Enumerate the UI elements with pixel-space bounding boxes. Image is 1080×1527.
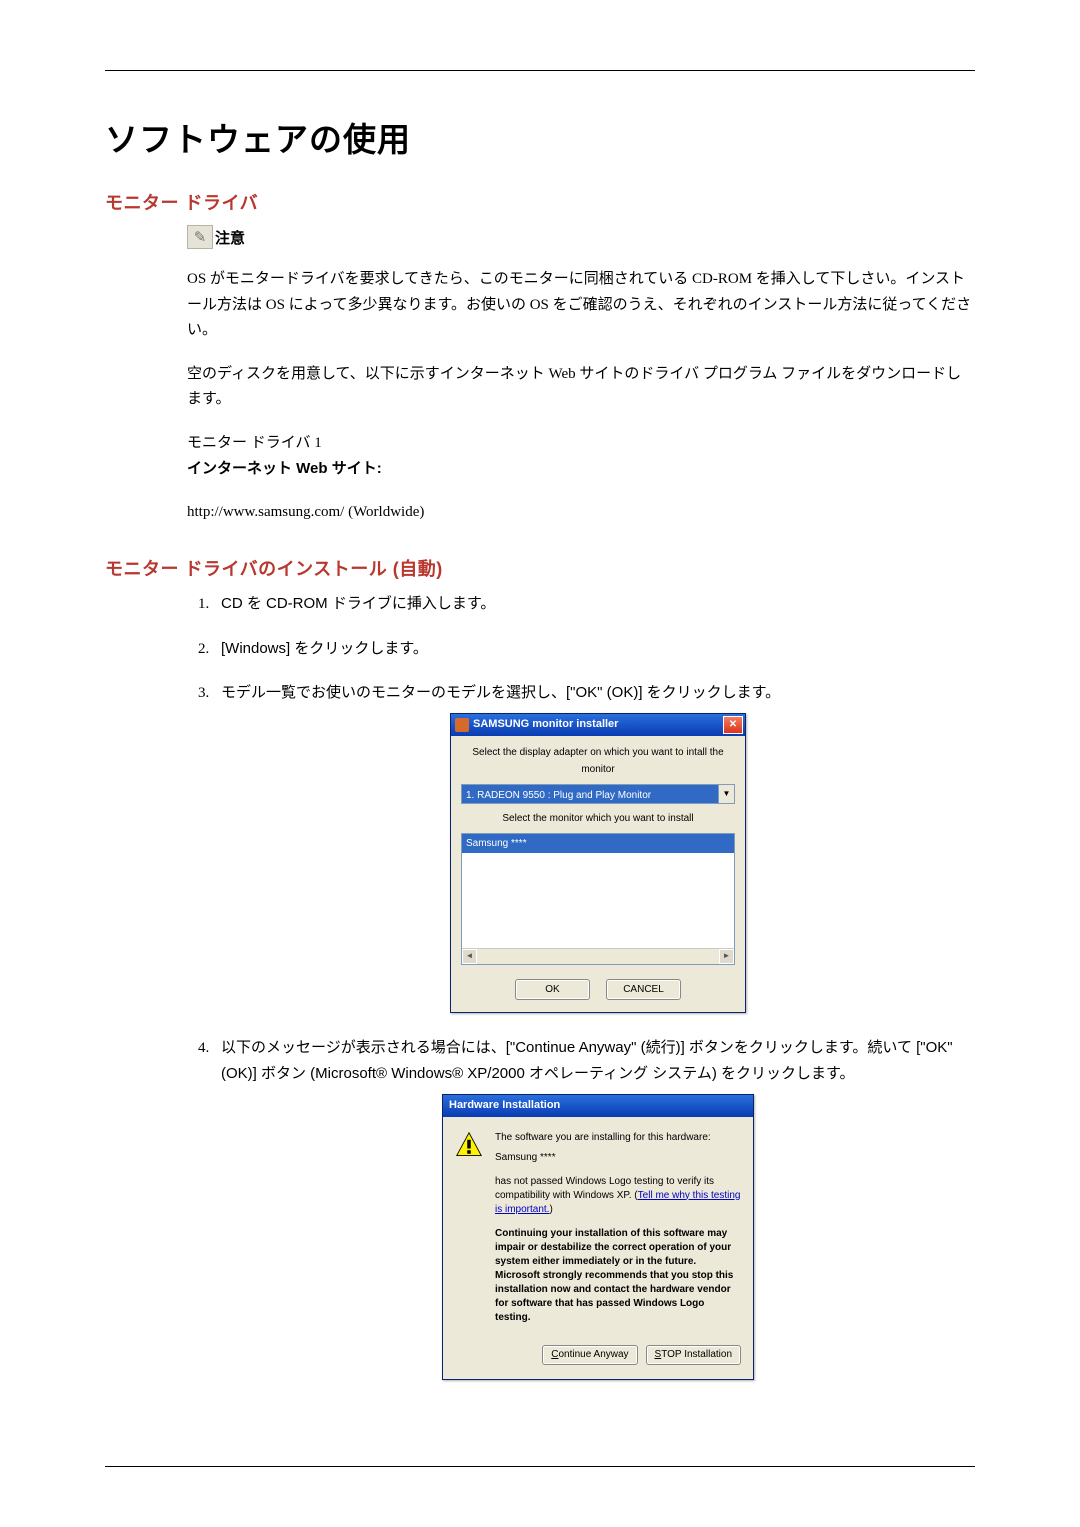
hw-titlebar: Hardware Installation [443,1095,753,1117]
installer-label-monitor: Select the monitor which you want to ins… [461,810,735,827]
app-icon [455,718,469,732]
paragraph-1: OS がモニタードライバを要求してきたら、このモニターに同梱されている CD-R… [187,267,975,344]
warning-icon [455,1131,483,1159]
website-url: http://www.samsung.com/ (Worldwide) [187,500,975,526]
monitor-listbox[interactable]: Samsung **** ◄ ► [461,833,735,965]
top-rule [105,70,975,71]
hw-msg-line1: The software you are installing for this… [495,1131,741,1145]
horizontal-scrollbar[interactable]: ◄ ► [462,948,734,964]
installer-dialog: SAMSUNG monitor installer ✕ Select the d… [450,713,746,1013]
screenshot-installer-wrap: SAMSUNG monitor installer ✕ Select the d… [221,713,975,1013]
bottom-rule [105,1466,975,1467]
document-page: ソフトウェアの使用 モニター ドライバ ✎ 注意 OS がモニタードライバを要求… [0,0,1080,1527]
ok-button[interactable]: OK [515,979,590,1000]
stop-installation-button[interactable]: STOP Installation [646,1345,741,1365]
note-row: ✎ 注意 [187,225,975,249]
screenshot-hardware-wrap: Hardware Installation [221,1094,975,1380]
installer-body: Select the display adapter on which you … [451,736,745,1012]
page-title: ソフトウェアの使用 [105,113,975,161]
step-3: モデル一覧でお使いのモニターのモデルを選択し、["OK" (OK)] をクリック… [213,680,975,1013]
installer-title: SAMSUNG monitor installer [473,715,618,734]
hw-title: Hardware Installation [449,1096,560,1115]
hw-message: The software you are installing for this… [495,1131,741,1325]
paragraph-2: 空のディスクを用意して、以下に示すインターネット Web サイトのドライバ プロ… [187,362,975,413]
driver-label-line: モニター ドライバ 1 [187,431,975,457]
monitor-list-item[interactable]: Samsung **** [462,834,734,853]
hw-body: The software you are installing for this… [443,1117,753,1379]
close-button[interactable]: ✕ [723,716,743,734]
section-heading-install: モニター ドライバのインストール (自動) [105,555,975,581]
note-label: 注意 [215,227,245,248]
scroll-left-icon[interactable]: ◄ [462,949,477,964]
hw-msg-bold: Continuing your installation of this sof… [495,1227,741,1325]
step-4: 以下のメッセージが表示される場合には、["Continue Anyway" (続… [213,1035,975,1380]
step-2: [Windows] をクリックします。 [213,636,975,663]
installer-titlebar: SAMSUNG monitor installer ✕ [451,714,745,736]
install-steps: CD を CD-ROM ドライブに挿入します。 [Windows] をクリックし… [187,591,975,1380]
hw-device-name: Samsung **** [495,1151,741,1165]
website-label: インターネット Web サイト: [187,456,975,482]
chevron-down-icon[interactable]: ▼ [718,785,734,803]
adapter-combo[interactable]: 1. RADEON 9550 : Plug and Play Monitor ▼ [461,784,735,804]
note-icon: ✎ [187,225,213,249]
step-1: CD を CD-ROM ドライブに挿入します。 [213,591,975,618]
hardware-installation-dialog: Hardware Installation [442,1094,754,1380]
adapter-combo-selected: 1. RADEON 9550 : Plug and Play Monitor [462,785,718,803]
cancel-button[interactable]: CANCEL [606,979,681,1000]
scroll-right-icon[interactable]: ► [719,949,734,964]
installer-label-adapter: Select the display adapter on which you … [461,744,735,778]
section-heading-driver: モニター ドライバ [105,189,975,215]
hw-msg-compat: has not passed Windows Logo testing to v… [495,1175,741,1217]
continue-anyway-button[interactable]: Continue Anyway [542,1345,637,1365]
